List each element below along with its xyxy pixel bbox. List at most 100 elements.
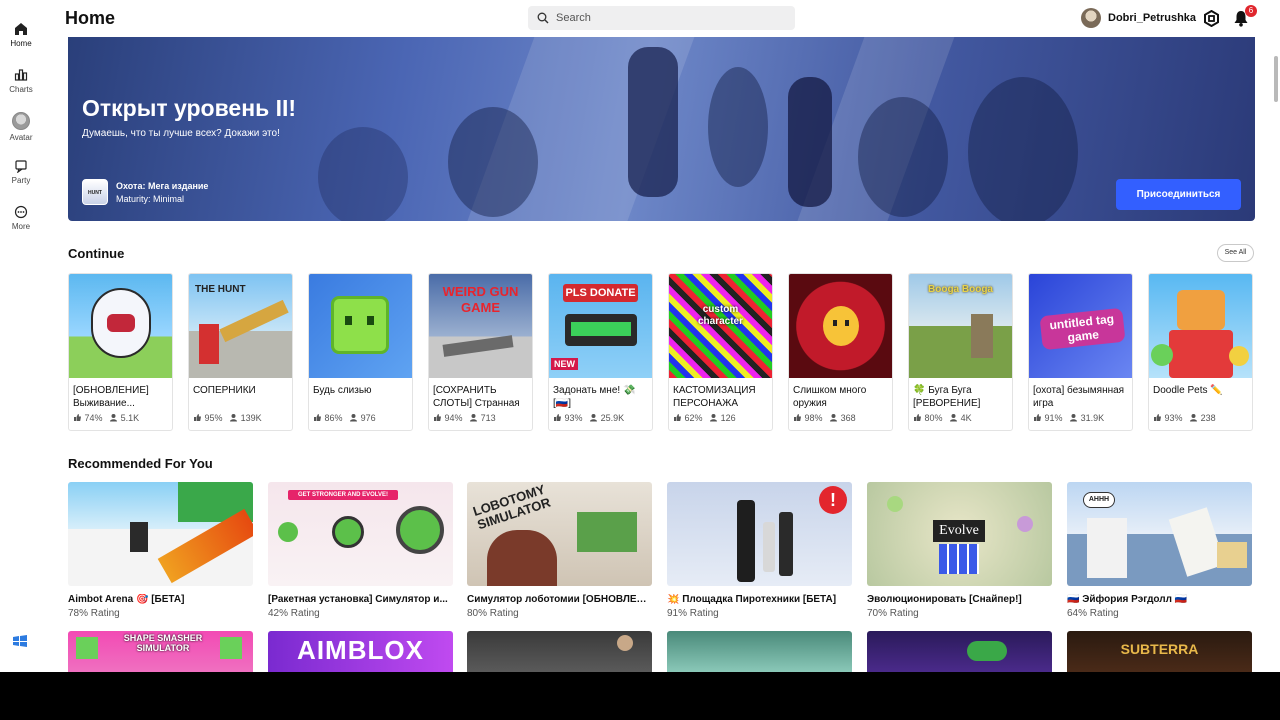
sidebar-item-party[interactable]: Party xyxy=(0,159,42,199)
game-stats: 80% 4K xyxy=(913,413,972,423)
game-title: Будь слизью xyxy=(313,385,372,396)
sidebar-item-label: Charts xyxy=(9,85,33,94)
game-title: [СОХРАНИТЬ СЛОТЫ] Странная xyxy=(433,385,520,409)
game-title: Слишком много оружия xyxy=(793,385,867,409)
sidebar-item-more[interactable]: More xyxy=(0,205,42,245)
player-count: 5.1K xyxy=(120,413,140,423)
game-card[interactable]: SHAPE SMASHER SIMULATOR xyxy=(68,631,253,672)
search-box[interactable] xyxy=(528,6,795,30)
hero-figure xyxy=(448,107,538,217)
thumbs-up-icon xyxy=(1034,414,1041,421)
game-card[interactable]: Aimbot Arena 🎯 [БЕТА] 78% Rating xyxy=(68,482,253,622)
hero-game-thumbnail[interactable]: HUNT xyxy=(82,179,108,205)
game-card[interactable]: THE HUNT СОПЕРНИКИ 95% 139K xyxy=(188,273,293,431)
game-card[interactable]: [ОБНОВЛЕНИЕ] Выживание... 74% 5.1K xyxy=(68,273,173,431)
game-title: КАСТОМИЗАЦИЯ ПЕРСОНАЖА xyxy=(673,385,756,409)
game-stats: 95% 139K xyxy=(193,413,262,423)
game-thumbnail: LOBOTOMY SIMULATOR xyxy=(467,482,652,586)
sidebar-item-label: Avatar xyxy=(9,133,33,142)
game-rating: 91% Rating xyxy=(667,608,719,619)
game-rating: 78% Rating xyxy=(68,608,120,619)
thumbs-up-icon xyxy=(674,414,681,421)
game-thumbnail xyxy=(789,274,892,378)
player-count: 139K xyxy=(240,413,262,423)
game-thumbnail: ! xyxy=(667,482,852,586)
game-title: Эволюционировать [Снайпер!] xyxy=(867,594,1022,605)
scrollbar-thumb[interactable] xyxy=(1274,56,1278,102)
game-card[interactable] xyxy=(467,631,652,672)
game-card[interactable]: AIMBLOX xyxy=(268,631,453,672)
players-icon xyxy=(710,414,718,422)
home-icon xyxy=(15,23,27,35)
game-card[interactable]: Doodle Pets ✏️ 93% 238 xyxy=(1148,273,1253,431)
join-button[interactable]: Присоединиться xyxy=(1116,179,1241,210)
game-thumbnail: PLS DONATE NEW xyxy=(549,274,652,378)
user-avatar[interactable] xyxy=(1081,8,1101,28)
hero-banner[interactable]: Открыт уровень II! Думаешь, что ты лучше… xyxy=(68,37,1255,221)
game-card[interactable]: Будь слизью 86% 976 xyxy=(308,273,413,431)
game-stats: 74% 5.1K xyxy=(73,413,139,423)
game-card[interactable]: Слишком много оружия 98% 368 xyxy=(788,273,893,431)
recommended-section-title: Recommended For You xyxy=(68,456,213,471)
sidebar-item-label: More xyxy=(11,222,31,231)
hero-figure xyxy=(628,47,678,197)
hero-title: Открыт уровень II! xyxy=(82,95,297,121)
rating-value: 98% xyxy=(804,413,823,423)
thumbs-up-icon xyxy=(194,414,201,421)
sidebar-item-charts[interactable]: Charts xyxy=(0,68,42,108)
robux-icon[interactable] xyxy=(1203,10,1220,27)
thumbs-up-icon xyxy=(554,414,561,421)
rating-value: 80% xyxy=(924,413,943,423)
game-card[interactable]: AHHH 🇷🇺 Эйфория Рэгдолл 🇷🇺 64% Rating xyxy=(1067,482,1252,622)
game-card[interactable]: GET STRONGER AND EVOLVE! [Ракетная устан… xyxy=(268,482,453,622)
game-card[interactable]: Evolve Эволюционировать [Снайпер!] 70% R… xyxy=(867,482,1052,622)
sidebar-item-home[interactable]: Home xyxy=(0,22,42,62)
game-title: [Ракетная установка] Симулятор и... xyxy=(268,594,448,605)
see-all-button[interactable]: See All xyxy=(1217,244,1254,262)
game-title: Симулятор лоботомии [ОБНОВЛЕН... xyxy=(467,594,652,605)
players-icon xyxy=(1190,414,1198,422)
new-badge: NEW xyxy=(551,358,578,370)
game-card[interactable]: SUBTERRA xyxy=(1067,631,1252,672)
game-card[interactable]: Booga Booga 🍀 Буга Буга [РЕВОРЕНИЕ] 80% … xyxy=(908,273,1013,431)
charts-icon xyxy=(14,69,28,81)
game-card[interactable]: PLS DONATE NEW Задонать мне! 💸 [🇷🇺] 93% … xyxy=(548,273,653,431)
game-stats: 93% 238 xyxy=(1153,413,1216,423)
game-title: [охота] безымянная игра xyxy=(1033,385,1125,409)
hero-figure xyxy=(858,97,948,217)
thumbs-up-icon xyxy=(914,414,921,421)
game-card[interactable]: WEIRD GUN GAME [СОХРАНИТЬ СЛОТЫ] Странна… xyxy=(428,273,533,431)
game-card[interactable]: custom character КАСТОМИЗАЦИЯ ПЕРСОНАЖА … xyxy=(668,273,773,431)
hero-figure xyxy=(788,77,832,207)
game-card[interactable]: LOBOTOMY SIMULATOR Симулятор лоботомии [… xyxy=(467,482,652,622)
sidebar-item-avatar[interactable]: Avatar xyxy=(0,112,42,152)
game-stats: 86% 976 xyxy=(313,413,376,423)
sidebar: Home Charts Avatar Party More xyxy=(0,0,42,672)
game-card[interactable] xyxy=(667,631,852,672)
players-icon xyxy=(230,414,238,422)
rating-value: 86% xyxy=(324,413,343,423)
rating-value: 91% xyxy=(1044,413,1063,423)
sidebar-item-label: Home xyxy=(10,39,32,48)
thumbs-up-icon xyxy=(1154,414,1161,421)
game-card[interactable] xyxy=(867,631,1052,672)
game-stats: 93% 25.9K xyxy=(553,413,624,423)
game-title: Задонать мне! 💸 [🇷🇺] xyxy=(553,385,636,409)
game-stats: 91% 31.9K xyxy=(1033,413,1104,423)
username[interactable]: Dobri_Petrushka xyxy=(1108,12,1196,24)
players-icon xyxy=(110,414,118,422)
hero-game-name[interactable]: Охота: Мега издание xyxy=(116,181,208,191)
game-title: 🍀 Буга Буга [РЕВОРЕНИЕ] xyxy=(913,385,981,409)
app-window: Home Charts Avatar Party More Home Dobri… xyxy=(0,0,1280,672)
player-count: 4K xyxy=(960,413,972,423)
player-count: 976 xyxy=(360,413,376,423)
search-input[interactable] xyxy=(556,8,786,28)
game-card[interactable]: untitled tag game [охота] безымянная игр… xyxy=(1028,273,1133,431)
game-thumbnail: custom character xyxy=(669,274,772,378)
roblox-logo-icon[interactable] xyxy=(12,634,28,648)
game-thumbnail xyxy=(68,482,253,586)
party-icon xyxy=(15,160,27,173)
hero-figure xyxy=(318,127,408,221)
game-card[interactable]: ! 💥 Площадка Пиротехники [БЕТА] 91% Rati… xyxy=(667,482,852,622)
game-title: [ОБНОВЛЕНИЕ] Выживание... xyxy=(73,385,149,409)
